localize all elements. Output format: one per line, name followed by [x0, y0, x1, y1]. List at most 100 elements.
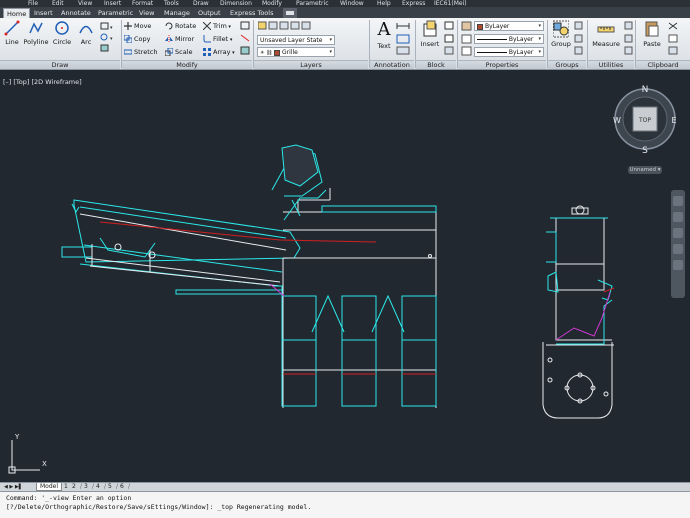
compass-w[interactable]: W [613, 116, 621, 125]
rotate-button[interactable]: Rotate [165, 21, 196, 31]
tab-divider: / [92, 483, 95, 490]
layer-tools[interactable] [257, 21, 338, 33]
groups-panel-title[interactable]: Groups [548, 60, 586, 69]
view-cube[interactable]: TOP N S E W [613, 85, 676, 156]
annotation-panel-title[interactable]: Annotation [370, 60, 414, 69]
menu-modify[interactable]: Modify [262, 0, 282, 7]
draw-tools-icon[interactable]: ▾▾ [99, 21, 117, 57]
menu-dimension[interactable]: Dimension [220, 0, 252, 7]
circle-button[interactable]: Circle [51, 20, 73, 46]
command-window[interactable]: Command: '_-view Enter an option [?/Dele… [0, 491, 690, 518]
layer-state-dropdown[interactable]: Unsaved Layer State ▾ [257, 35, 335, 45]
dimension-icon [396, 23, 410, 55]
tab-model[interactable]: Model [36, 483, 63, 491]
layer-dropdown[interactable]: ☀ ⛓ Grille ▾ [257, 47, 335, 57]
menu-draw[interactable]: Draw [193, 0, 209, 7]
properties-panel-title[interactable]: Properties [458, 60, 546, 69]
tab-layout-6[interactable]: 6 [120, 483, 124, 491]
match-properties-icon [461, 21, 472, 56]
tab-insert[interactable]: Insert [31, 8, 56, 18]
match-properties-button[interactable] [461, 21, 473, 59]
annotation-small-tools[interactable] [396, 21, 414, 59]
groups-small-tools[interactable] [574, 21, 584, 59]
pan-icon[interactable] [673, 212, 683, 222]
orbit-icon[interactable] [673, 244, 683, 254]
drawing-svg[interactable]: Y X TOP N S E W [0, 70, 690, 482]
ucs-menu[interactable]: Unnamed ▾ [628, 166, 662, 174]
tab-layout-5[interactable]: 5 [108, 483, 112, 491]
menu-insert[interactable]: Insert [104, 0, 121, 7]
modify-panel-title[interactable]: Modify [122, 60, 252, 69]
steering-wheel-icon[interactable] [673, 196, 683, 206]
menu-parametric[interactable]: Parametric [296, 0, 329, 7]
draw-small-tools: ▾ ▾ [99, 21, 117, 57]
utilities-small-tools[interactable] [624, 21, 634, 59]
polyline-icon [29, 22, 43, 34]
utilities-tools-icon [624, 21, 633, 55]
tab-layout-2[interactable]: 2 [72, 483, 76, 491]
tab-parametric[interactable]: Parametric [95, 8, 136, 18]
arc-icon [79, 25, 93, 34]
group-button[interactable]: Group [550, 20, 572, 48]
fillet-button[interactable]: Fillet ▾ [203, 34, 232, 44]
paste-button[interactable]: Paste [640, 20, 664, 48]
menu-help[interactable]: Help [377, 0, 391, 7]
line-button[interactable]: Line [2, 20, 22, 46]
zoom-icon[interactable] [673, 228, 683, 238]
tab-layout-3[interactable]: 3 [84, 483, 88, 491]
lineweight-dropdown[interactable]: ByLayer ▾ [474, 47, 544, 57]
copy-button[interactable]: Copy [124, 34, 151, 44]
compass-e[interactable]: E [671, 116, 676, 125]
polyline-label: Polyline [23, 38, 49, 46]
measure-button[interactable]: Measure [591, 20, 621, 48]
clipboard-small-tools[interactable] [667, 21, 681, 59]
layers-panel-title[interactable]: Layers [254, 60, 368, 69]
color-swatch [477, 23, 483, 30]
tab-overflow-icon[interactable] [283, 8, 297, 18]
showmotion-icon[interactable] [673, 260, 683, 270]
tab-manage[interactable]: Manage [161, 8, 193, 18]
hopper-outline [271, 146, 437, 407]
menu-file[interactable]: File [28, 0, 38, 7]
text-button[interactable]: A Text [373, 20, 395, 51]
clipboard-panel-title[interactable]: Clipboard [636, 60, 690, 69]
linetype-dropdown[interactable]: ByLayer ▾ [474, 34, 544, 44]
menu-window[interactable]: Window [340, 0, 364, 7]
tab-scroll-arrows[interactable]: ◀ ▶ ▶▌ [4, 483, 23, 491]
tab-layout-4[interactable]: 4 [96, 483, 100, 491]
svg-text:▾: ▾ [110, 36, 113, 42]
tab-layout-1[interactable]: 1 [64, 483, 68, 491]
insert-button[interactable]: Insert [418, 20, 442, 48]
array-button[interactable]: Array ▾ [203, 47, 235, 57]
viewport-controls[interactable]: [–] [Top] [2D Wireframe] [3, 78, 82, 86]
arc-button[interactable]: Arc [76, 20, 96, 46]
lineweight-value: ByLayer [508, 49, 534, 56]
move-button[interactable]: Move [124, 21, 151, 31]
compass-n[interactable]: N [642, 85, 649, 95]
trim-button[interactable]: Trim ▾ [203, 21, 231, 31]
menu-edit[interactable]: Edit [52, 0, 64, 7]
menu-express[interactable]: Express [402, 0, 425, 7]
block-panel-title[interactable]: Block [416, 60, 456, 69]
drawing-canvas[interactable]: Y X TOP N S E W [0, 70, 690, 482]
menu-format[interactable]: Format [132, 0, 153, 7]
tab-home[interactable]: Home [3, 8, 31, 18]
block-small-tools[interactable] [444, 21, 456, 59]
menu-document[interactable]: IEC61(Mei) [434, 0, 467, 7]
stretch-button[interactable]: Stretch [124, 47, 157, 57]
menu-view[interactable]: View [78, 0, 92, 7]
utilities-panel-title[interactable]: Utilities [588, 60, 634, 69]
color-dropdown[interactable]: ByLayer ▾ [474, 21, 544, 31]
group-icon [553, 20, 569, 38]
polyline-button[interactable]: Polyline [22, 20, 50, 46]
scale-button[interactable]: Scale [165, 47, 193, 57]
tab-express-tools[interactable]: Express Tools [227, 8, 276, 18]
draw-panel-title[interactable]: Draw [0, 60, 120, 69]
tab-view[interactable]: View [136, 8, 157, 18]
menu-tools[interactable]: Tools [164, 0, 179, 7]
tab-output[interactable]: Output [195, 8, 224, 18]
mirror-button[interactable]: Mirror [165, 34, 194, 44]
modify-extra-tools[interactable] [240, 21, 252, 59]
tab-annotate[interactable]: Annotate [58, 8, 94, 18]
compass-s[interactable]: S [642, 146, 648, 156]
